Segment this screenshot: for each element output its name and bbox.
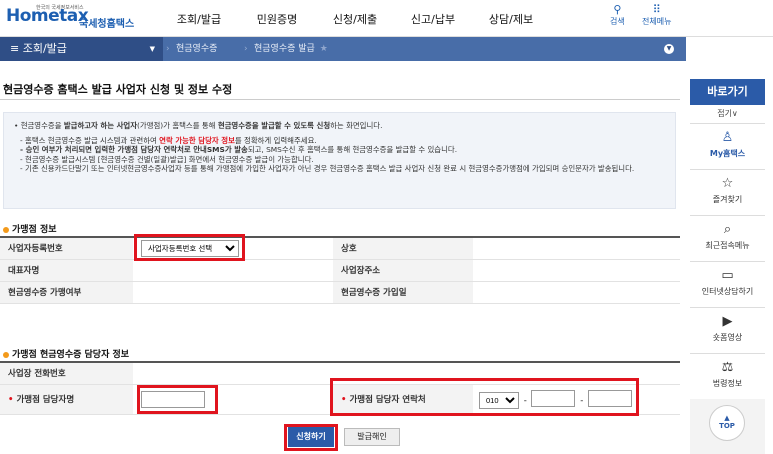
breadcrumb-item-2-label: 현금영수증 발급 bbox=[254, 44, 315, 54]
quick-my-hometax-label: My홈택스 bbox=[709, 149, 746, 158]
caret-down-icon: ▼ bbox=[149, 45, 155, 53]
table-row: 사업자등록번호 사업자등록번호 선택 상호 bbox=[0, 236, 680, 260]
monitor-icon: ▭ bbox=[721, 268, 734, 283]
quick-shortform-video-label: 숏폼영상 bbox=[712, 333, 743, 342]
collapse-toggle[interactable]: ▼ bbox=[664, 44, 674, 54]
info-line-2: - 홈택스 현금영수증 발급 시스템과 관련하여 연락 가능한 담당자 정보를 … bbox=[20, 135, 317, 145]
info-box: • 현금영수증을 발급하고자 하는 사업자(가맹점)가 홈택스를 통해 현금영수… bbox=[3, 112, 676, 209]
hamburger-icon: ≡ bbox=[10, 42, 23, 55]
join-date-label: 현금영수증 가입일 bbox=[333, 281, 473, 304]
nav-lookup-issue[interactable]: 조회/발급 bbox=[160, 11, 238, 27]
merchant-section-title: 가맹점 정보 bbox=[3, 222, 57, 235]
logo-subtitle: 국세청홈택스 bbox=[79, 19, 135, 30]
caret-up-icon: ▲ bbox=[724, 414, 730, 422]
quick-recent-menu[interactable]: ⌕ 최근접속메뉴 bbox=[690, 215, 765, 261]
nav-report-pay[interactable]: 신고/납부 bbox=[394, 11, 472, 27]
chevron-right-icon: › bbox=[244, 44, 248, 54]
breadcrumb-root-label: 조회/발급 bbox=[22, 42, 67, 55]
join-date-value bbox=[473, 281, 680, 304]
addr-label: 사업장주소 bbox=[333, 259, 473, 282]
breadcrumb-item-1-label: 현금영수증 bbox=[176, 44, 218, 54]
nav-apply-submit[interactable]: 신청/제출 bbox=[316, 11, 394, 27]
highlight-box bbox=[137, 385, 218, 414]
hometax-logo[interactable]: 한국의 국세정보서비스 Hometax 국세청홈택스 bbox=[6, 4, 136, 34]
favorite-star-icon[interactable]: ★ bbox=[320, 44, 328, 54]
info-line-4: - 현금영수증 발급시스템 [현금영수증 건별(일괄)발급] 화면에서 현금영수… bbox=[20, 154, 314, 164]
divider bbox=[0, 99, 680, 100]
info-line-5: - 기존 신용카드단말기 또는 인터넷현금영수증사업자 등를 통해 가맹점에 가… bbox=[20, 164, 635, 173]
grid-icon: ⠿ bbox=[652, 3, 661, 16]
phone-value bbox=[133, 361, 333, 385]
breadcrumb-item-2[interactable]: › 현금영수증 발급 ★ bbox=[244, 37, 328, 61]
fold-toggle[interactable]: 접기∨ bbox=[690, 105, 765, 123]
quick-links-title: 바로가기 bbox=[690, 79, 765, 105]
addr-value bbox=[473, 259, 680, 282]
quick-favorites-label: 즐겨찾기 bbox=[712, 195, 743, 204]
quick-my-hometax[interactable]: ♙ My홈택스 bbox=[690, 123, 765, 169]
scroll-top-label: TOP bbox=[719, 422, 735, 430]
rep-label: 대표자명 bbox=[0, 259, 133, 282]
name-value bbox=[473, 236, 680, 260]
quick-recent-menu-label: 최근접속메뉴 bbox=[705, 241, 750, 250]
search-button[interactable]: ⚲ 검색 bbox=[610, 4, 625, 27]
contact-section-title: 가맹점 현금영수증 담당자 정보 bbox=[3, 347, 129, 360]
info-line-1: • 현금영수증을 발급하고자 하는 사업자(가맹점)가 홈택스를 통해 현금영수… bbox=[14, 121, 383, 130]
joined-label: 현금영수증 가맹여부 bbox=[0, 281, 133, 304]
info-line-3: - 승인 여부가 처리되면 입력한 가맹점 담당자 연락처로 안내SMS가 발송… bbox=[20, 145, 458, 154]
manager-name-label-cell: • 가맹점 담당자명 bbox=[0, 384, 133, 415]
all-menu-label: 전체메뉴 bbox=[642, 17, 672, 26]
required-icon: • bbox=[8, 395, 14, 405]
bullet-icon bbox=[3, 351, 9, 358]
search-icon: ⚲ bbox=[613, 3, 622, 16]
quick-online-consult-label: 인터넷상담하기 bbox=[701, 287, 754, 296]
play-icon: ▶ bbox=[722, 314, 733, 329]
search-label: 검색 bbox=[610, 17, 625, 26]
table-row: 대표자명 사업장주소 bbox=[0, 259, 680, 282]
breadcrumb-bar: ≡ 조회/발급 ▼ › 현금영수증 › 현금영수증 발급 ★ ▼ bbox=[0, 37, 686, 61]
page-title: 현금영수증 홈택스 발급 사업자 신청 및 정보 수정 bbox=[3, 83, 233, 96]
scroll-top-button[interactable]: ▲ TOP bbox=[709, 405, 745, 441]
name-label: 상호 bbox=[333, 236, 473, 260]
logo-mark: Hometax bbox=[6, 6, 89, 26]
bullet-icon bbox=[3, 226, 9, 233]
stop-issue-button[interactable]: 발급해인 bbox=[344, 428, 400, 446]
phone-label: 사업장 전화번호 bbox=[0, 361, 133, 385]
breadcrumb-root[interactable]: ≡ 조회/발급 ▼ bbox=[0, 37, 163, 61]
main-navigation: 조회/발급 민원증명 신청/제출 신고/납부 상담/제보 bbox=[160, 11, 550, 27]
table-row: 현금영수증 가맹여부 현금영수증 가입일 bbox=[0, 281, 680, 304]
quick-law-info[interactable]: ⚖ 법령정보 bbox=[690, 353, 765, 399]
all-menu-button[interactable]: ⠿ 전체메뉴 bbox=[642, 4, 671, 27]
quick-links-panel: 바로가기 접기∨ ♙ My홈택스 ☆ 즐겨찾기 ⌕ 최근접속메뉴 ▭ 인터넷상담… bbox=[690, 79, 765, 454]
quick-law-info-label: 법령정보 bbox=[712, 379, 743, 388]
highlight-box bbox=[134, 234, 245, 261]
merchant-info-table: 사업자등록번호 사업자등록번호 선택 상호 대표자명 사업장주소 현금영수증 가… bbox=[0, 236, 680, 304]
quick-favorites[interactable]: ☆ 즐겨찾기 bbox=[690, 169, 765, 215]
user-icon: ♙ bbox=[721, 130, 734, 145]
recent-search-icon: ⌕ bbox=[723, 222, 732, 237]
rep-value bbox=[133, 259, 333, 282]
quick-shortform-video[interactable]: ▶ 숏폼영상 bbox=[690, 307, 765, 353]
nav-consult[interactable]: 상담/제보 bbox=[472, 11, 550, 27]
breadcrumb-item-1[interactable]: › 현금영수증 bbox=[166, 37, 218, 61]
chevron-right-icon: › bbox=[166, 44, 170, 54]
highlight-box bbox=[330, 378, 639, 416]
gavel-icon: ⚖ bbox=[721, 360, 734, 375]
star-icon: ☆ bbox=[721, 176, 734, 191]
top-header: 한국의 국세정보서비스 Hometax 국세청홈택스 조회/발급 민원증명 신청… bbox=[0, 0, 773, 37]
quick-online-consult[interactable]: ▭ 인터넷상담하기 bbox=[690, 261, 765, 307]
joined-value bbox=[133, 281, 333, 304]
biz-no-label: 사업자등록번호 bbox=[0, 236, 133, 260]
nav-certificates[interactable]: 민원증명 bbox=[238, 11, 316, 27]
highlight-box bbox=[284, 424, 338, 451]
